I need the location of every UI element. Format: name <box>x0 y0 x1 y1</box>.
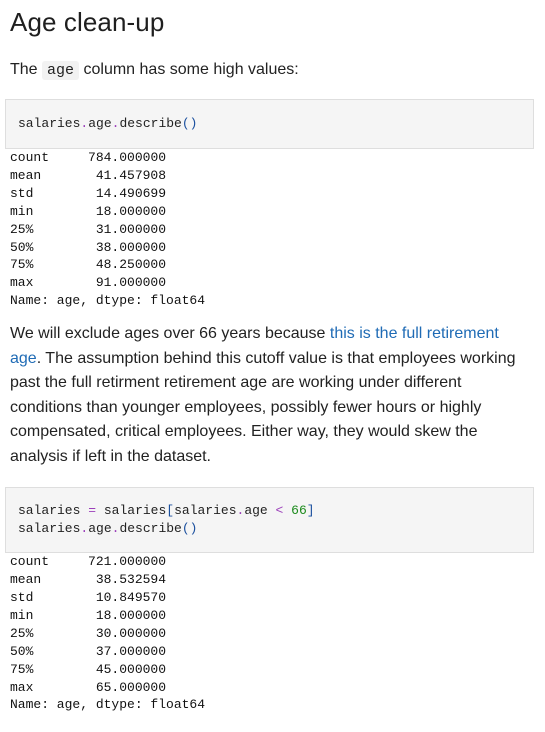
output-value: 30.000000 <box>95 625 167 641</box>
code-token: describe <box>119 116 182 131</box>
output-value: 38.000000 <box>95 239 167 255</box>
output-padding <box>33 275 95 290</box>
output-padding <box>41 168 96 183</box>
code-token: salaries <box>103 503 167 519</box>
output-value: 91.000000 <box>95 275 167 291</box>
output-label: mean <box>10 572 42 588</box>
code-cell-filter[interactable]: salaries = salaries[salaries.age < 66] s… <box>5 487 534 554</box>
output-padding <box>33 680 95 695</box>
code-token: [ <box>166 503 175 519</box>
output-label: count <box>10 554 50 570</box>
output-label: 25% <box>10 625 34 641</box>
code-token: describe <box>119 521 182 537</box>
output-value: 18.000000 <box>95 203 167 219</box>
output-describe-before: count 784.000000 mean 41.457908 std 14.4… <box>10 149 533 310</box>
output-value: 14.490699 <box>95 185 167 201</box>
code-token: () <box>181 521 198 537</box>
output-row: std 14.490699 <box>10 186 166 201</box>
output-padding <box>49 554 88 569</box>
code-token: < <box>275 503 284 519</box>
code-line: salaries.age.describe() <box>18 520 523 538</box>
output-label: 75% <box>10 661 34 677</box>
output-row: max 65.000000 <box>10 680 166 695</box>
output-row: min 18.000000 <box>10 204 166 219</box>
output-label: 75% <box>10 257 34 273</box>
inline-code-age: age <box>42 61 80 80</box>
output-row: min 18.000000 <box>10 608 166 623</box>
explanation-paragraph: We will exclude ages over 66 years becau… <box>10 322 533 469</box>
code-token: salaries <box>174 503 237 519</box>
code-token: age <box>88 116 112 131</box>
code-token: age <box>244 503 268 519</box>
output-row: 75% 45.000000 <box>10 662 166 677</box>
notebook-page: Age clean-up The age column has some hig… <box>0 0 545 714</box>
output-value: 38.532594 <box>95 572 167 588</box>
code-token: salaries <box>18 116 81 131</box>
output-label: min <box>10 203 34 219</box>
output-padding <box>33 257 95 272</box>
intro-before: The <box>10 61 38 78</box>
output-label: mean <box>10 167 42 183</box>
output-footer: Name: age, dtype: float64 <box>10 697 206 713</box>
output-row: mean 41.457908 <box>10 168 166 183</box>
output-padding <box>33 590 95 605</box>
output-padding <box>33 204 95 219</box>
code-token: ] <box>306 503 315 519</box>
output-padding <box>33 626 95 641</box>
output-value: 10.849570 <box>95 589 167 605</box>
code-token: 66 <box>291 503 307 519</box>
output-value: 45.000000 <box>95 661 167 677</box>
code-line: salaries = salaries[salaries.age < 66] <box>18 502 523 520</box>
output-padding <box>33 644 95 659</box>
paragraph-text: We will exclude ages over 66 years becau… <box>10 325 330 343</box>
output-row: mean 38.532594 <box>10 572 166 587</box>
output-row: 50% 37.000000 <box>10 644 166 659</box>
output-label: 50% <box>10 239 34 255</box>
output-value: 41.457908 <box>95 167 167 183</box>
output-padding <box>33 608 95 623</box>
output-label: 50% <box>10 643 34 659</box>
output-label: max <box>10 679 34 695</box>
output-label: count <box>10 150 50 165</box>
output-row: std 10.849570 <box>10 590 166 605</box>
output-padding <box>41 572 96 587</box>
intro-after: column has some high values: <box>83 61 299 78</box>
output-padding <box>49 150 88 165</box>
section-title: Age clean-up <box>10 7 165 37</box>
code-cell-describe[interactable]: salaries.age.describe() <box>5 99 534 149</box>
output-label: 25% <box>10 221 34 237</box>
output-row: 25% 30.000000 <box>10 626 166 641</box>
output-label: max <box>10 275 34 291</box>
output-row: count 784.000000 <box>10 150 166 165</box>
code-token: = <box>88 503 97 519</box>
output-value: 31.000000 <box>95 221 167 237</box>
code-token: salaries <box>18 521 81 537</box>
output-row: max 91.000000 <box>10 275 166 290</box>
output-padding <box>33 662 95 677</box>
output-footer: Name: age, dtype: float64 <box>10 293 206 309</box>
code-token: age <box>88 521 112 537</box>
output-value: 48.250000 <box>95 257 167 273</box>
output-value: 65.000000 <box>95 679 167 695</box>
output-row: count 721.000000 <box>10 554 166 569</box>
intro-text: The age column has some high values: <box>10 59 533 82</box>
output-value: 37.000000 <box>95 643 167 659</box>
output-value: 18.000000 <box>95 607 167 623</box>
output-value: 784.000000 <box>88 150 167 165</box>
paragraph-text: . The assumption behind this cutoff valu… <box>10 349 516 465</box>
output-label: std <box>10 589 34 605</box>
output-describe-after: count 721.000000 mean 38.532594 std 10.8… <box>10 553 533 714</box>
output-label: std <box>10 185 34 201</box>
output-row: 75% 48.250000 <box>10 257 166 272</box>
output-padding <box>33 186 95 201</box>
code-token: salaries <box>18 503 81 519</box>
output-padding <box>33 222 95 237</box>
code-token: () <box>181 116 198 131</box>
output-row: 25% 31.000000 <box>10 222 166 237</box>
output-value: 721.000000 <box>88 554 167 570</box>
output-label: min <box>10 607 34 623</box>
output-padding <box>33 240 95 255</box>
output-row: 50% 38.000000 <box>10 240 166 255</box>
